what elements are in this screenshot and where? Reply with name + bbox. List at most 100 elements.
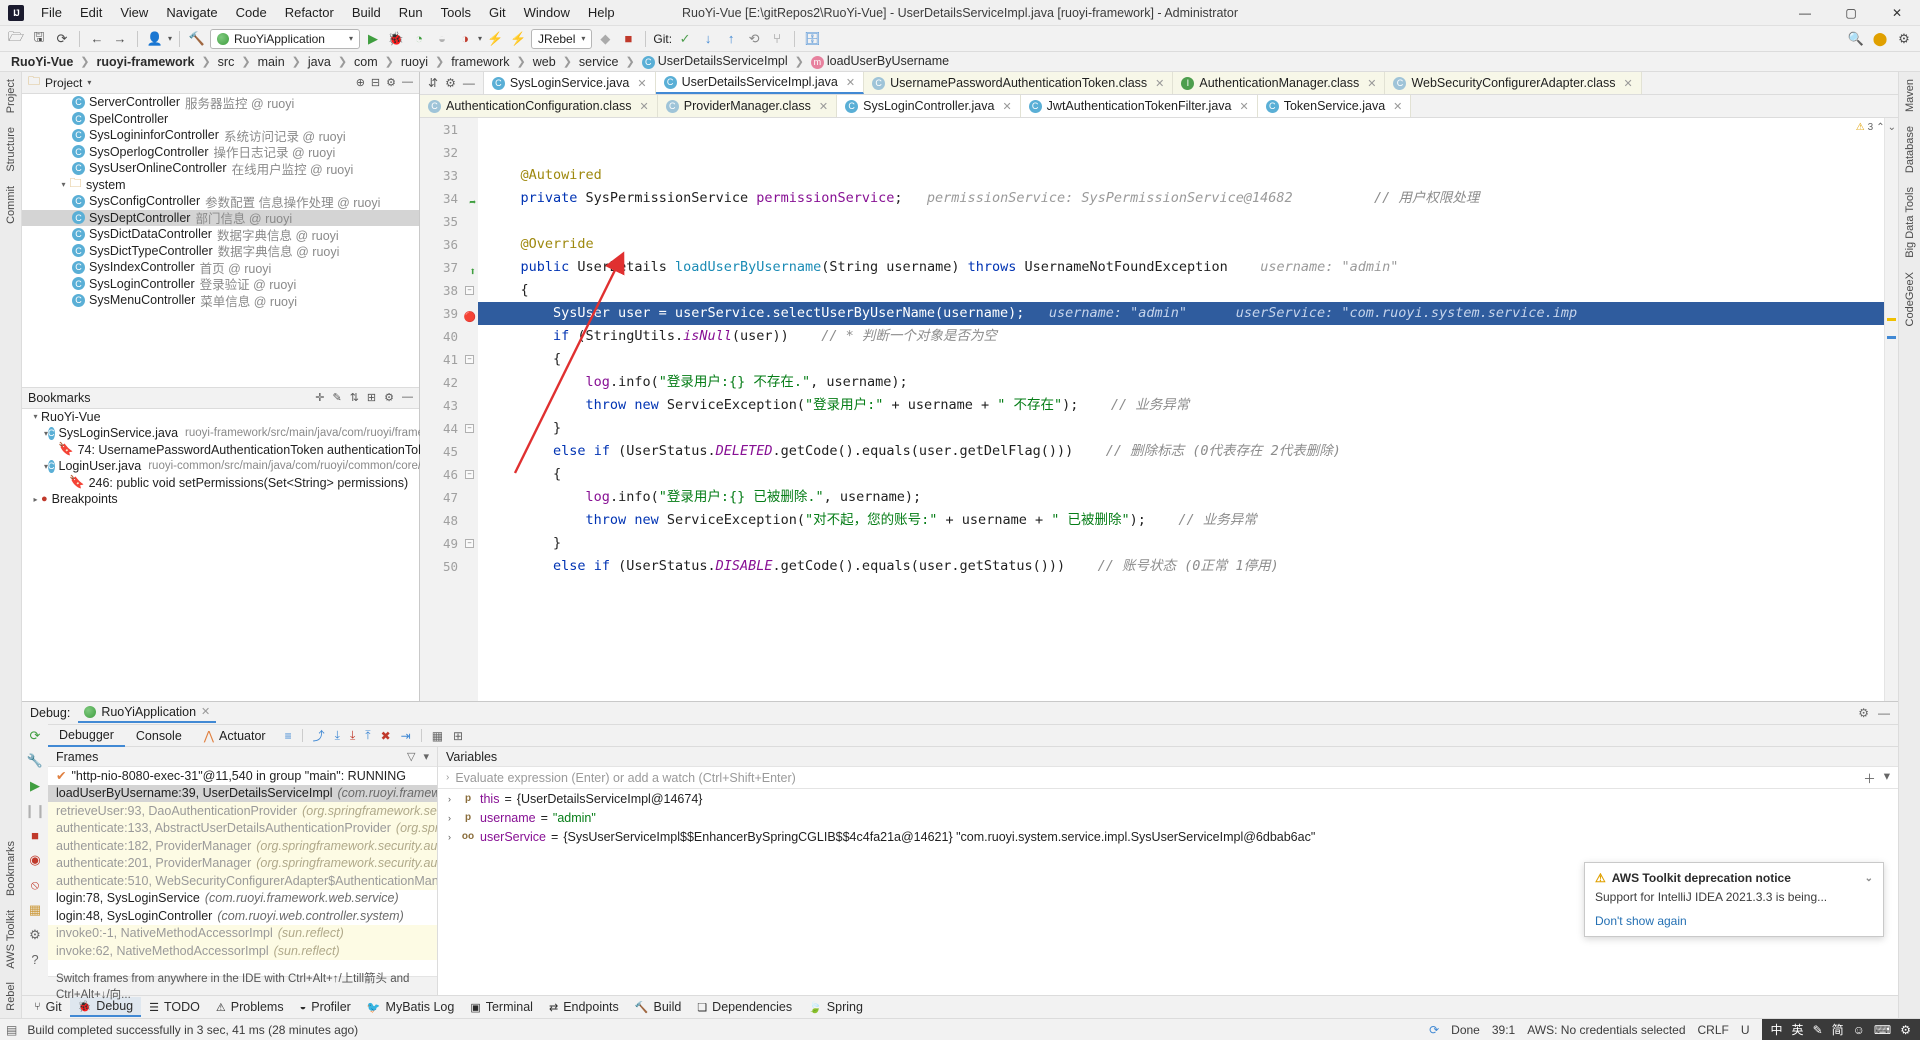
close-icon[interactable]: ✕ bbox=[1393, 100, 1402, 113]
gutter-line[interactable]: 46− bbox=[420, 463, 478, 486]
step-out-icon[interactable]: ⤒ bbox=[365, 728, 370, 743]
tree-node[interactable]: C SysUserOnlineController 在线用户监控 @ ruoyi bbox=[22, 160, 419, 177]
code-line[interactable]: private SysPermissionService permissionS… bbox=[478, 187, 1884, 210]
code-line[interactable]: { bbox=[478, 279, 1884, 302]
menu-item-tools[interactable]: Tools bbox=[432, 1, 480, 24]
hide-panel-icon[interactable]: — bbox=[402, 76, 413, 89]
debug-session-tab[interactable]: RuoYiApplication ✕ bbox=[78, 704, 217, 723]
ime-button[interactable]: 英 bbox=[1792, 1021, 1804, 1038]
frame-row[interactable]: retrieveUser:93, DaoAuthenticationProvid… bbox=[48, 802, 437, 820]
gutter-line[interactable]: 44− bbox=[420, 417, 478, 440]
chevron-collapse-icon[interactable]: ⌄ bbox=[1865, 873, 1873, 884]
frame-row[interactable]: login:78, SysLoginService (com.ruoyi.fram… bbox=[48, 890, 437, 908]
ime-button[interactable]: ⚙ bbox=[1900, 1023, 1911, 1037]
tree-node[interactable]: C SysOperlogController 操作日志记录 @ ruoyi bbox=[22, 144, 419, 160]
breadcrumb-method[interactable]: m loadUserByUsername bbox=[808, 54, 952, 69]
close-icon[interactable]: ✕ bbox=[1367, 77, 1376, 90]
code-line[interactable]: log.info("登录用户:{} 已被删除.", username); bbox=[478, 486, 1884, 509]
frame-row[interactable]: loadUserByUsername:39, UserDetailsServic… bbox=[48, 784, 437, 802]
notification-popup[interactable]: ⚠ AWS Toolkit deprecation notice ⌄ Suppo… bbox=[1584, 862, 1884, 937]
marker-warning[interactable] bbox=[1887, 318, 1896, 321]
frame-row[interactable]: invoke:62, NativeMethodAccessorImpl (sun.… bbox=[48, 942, 437, 960]
tool-window-codegeex[interactable]: CodeGeeX bbox=[1902, 265, 1918, 333]
drop-frame-icon[interactable]: ✖ bbox=[381, 729, 391, 743]
code-fold-icon[interactable]: − bbox=[465, 539, 474, 548]
editor-tab-usernamepasswordauthenticationtoken-class[interactable]: C UsernamePasswordAuthenticationToken.cla… bbox=[864, 72, 1174, 94]
aws-credentials-status[interactable]: AWS: No credentials selected bbox=[1527, 1023, 1685, 1037]
gutter-line[interactable]: 45 bbox=[420, 440, 478, 463]
expand-all-icon[interactable]: ⊕ bbox=[356, 76, 365, 89]
project-tree[interactable]: C ServerController 服务器监控 @ ruoyi C SpelContr… bbox=[22, 94, 419, 387]
settings-icon[interactable]: ⚙ bbox=[384, 391, 394, 404]
menu-item-view[interactable]: View bbox=[111, 1, 157, 24]
tool-button-endpoints[interactable]: ⇄ Endpoints bbox=[541, 998, 627, 1016]
editor-gutter[interactable]: 31 32 33 34 ➦ 35 36 37 ⬆ 38−39 🔴 40 41−42 43 44−45 46−4… bbox=[420, 118, 478, 701]
breadcrumb-item-main[interactable]: main bbox=[255, 55, 288, 69]
save-all-icon[interactable]: 🖫 bbox=[29, 29, 49, 49]
expand-arrow-icon[interactable]: › bbox=[448, 832, 456, 842]
frame-row[interactable]: invoke0:-1, NativeMethodAccessorImpl (sun… bbox=[48, 924, 437, 942]
close-icon[interactable]: ✕ bbox=[1155, 77, 1164, 90]
breadcrumb-item-ruoyi-framework[interactable]: ruoyi-framework bbox=[94, 55, 198, 69]
frame-row[interactable]: authenticate:182, ProviderManager (org.sp… bbox=[48, 837, 437, 855]
tool-window-structure[interactable]: Structure bbox=[3, 120, 19, 179]
filter-icon[interactable]: ▽ bbox=[407, 750, 415, 763]
tree-node[interactable]: C SysLogininforController 系统访问记录 @ ruoyi bbox=[22, 127, 419, 144]
bookmarks-tree[interactable]: ▾ RuoYi-Vue ▾ C SysLoginService.java ruoyi-fr… bbox=[22, 408, 512, 701]
editor-tab-tokenservice-java[interactable]: C TokenService.java ✕ bbox=[1257, 95, 1412, 117]
code-editor[interactable]: 31 32 33 34 ➦ 35 36 37 ⬆ 38−39 🔴 40 41−42 43 44−45 46−4… bbox=[420, 118, 1898, 701]
gutter-line[interactable]: 35 bbox=[420, 210, 478, 233]
pause-icon[interactable]: ❙❙ bbox=[24, 803, 46, 819]
inspection-widget[interactable]: ⚠ 3 ⌃ ⌄ bbox=[1856, 120, 1896, 134]
git-commit-icon[interactable]: ↓ bbox=[698, 29, 718, 49]
close-icon[interactable]: ✕ bbox=[846, 76, 855, 89]
tree-node[interactable]: C SysDictTypeController 数据字典信息 @ ruoyi bbox=[22, 243, 419, 259]
tool-button-build[interactable]: 🔨 Build bbox=[627, 998, 690, 1016]
view-breakpoints-icon[interactable]: ◉ bbox=[29, 852, 40, 868]
file-encoding[interactable]: U bbox=[1741, 1023, 1750, 1037]
add-bookmark-icon[interactable]: ✛ bbox=[315, 391, 324, 404]
debug-tab-actuator[interactable]: ⋀ Actuator bbox=[193, 725, 277, 746]
menu-item-file[interactable]: File bbox=[32, 1, 71, 24]
code-line[interactable]: { bbox=[478, 348, 1884, 371]
gutter-line[interactable]: 42 bbox=[420, 371, 478, 394]
help-icon[interactable]: ? bbox=[31, 952, 38, 967]
menu-item-git[interactable]: Git bbox=[480, 1, 515, 24]
chevron-down-icon[interactable]: ⌄ bbox=[1888, 122, 1896, 133]
step-over-icon[interactable]: ⤴ bbox=[313, 727, 325, 744]
code-line[interactable]: throw new ServiceException("登录用户:" + use… bbox=[478, 394, 1884, 417]
evaluate-expression-bar[interactable]: › Evaluate expression (Enter) or add a w… bbox=[438, 767, 1898, 789]
gear-icon[interactable]: ⚙ bbox=[445, 76, 456, 90]
maximize-button[interactable]: ▢ bbox=[1828, 0, 1874, 26]
gutter-line[interactable]: 40 bbox=[420, 325, 478, 348]
code-line[interactable] bbox=[478, 210, 1884, 233]
variable-row[interactable]: › p username = "admin" bbox=[438, 808, 1898, 827]
frame-row[interactable]: authenticate:201, ProviderManager (org.sp… bbox=[48, 854, 437, 872]
git-branch-icon[interactable]: ⑂ bbox=[767, 29, 787, 49]
frames-list[interactable]: ✔ "http-nio-8080-exec-31"@11,540 in group… bbox=[48, 767, 437, 976]
editor-tab-jwtauthenticationtokenfilter-java[interactable]: C JwtAuthenticationTokenFilter.java ✕ bbox=[1020, 95, 1258, 117]
breadcrumb-item-service[interactable]: service bbox=[576, 55, 622, 69]
editor-tab-websecurityconfigureradapter-class[interactable]: C WebSecurityConfigurerAdapter.class ✕ bbox=[1385, 72, 1642, 94]
run-icon[interactable]: ▶ bbox=[363, 29, 383, 49]
rerun-icon[interactable]: ◑ bbox=[455, 29, 475, 49]
expand-arrow-icon[interactable]: › bbox=[448, 813, 456, 823]
breadcrumb-item-java[interactable]: java bbox=[305, 55, 334, 69]
build-hammer-icon[interactable]: 🔨 bbox=[187, 29, 207, 49]
tool-window-maven[interactable]: Maven bbox=[1902, 72, 1918, 119]
tool-window-aws-toolkit[interactable]: AWS Toolkit bbox=[3, 903, 19, 976]
gutter-line[interactable]: 41− bbox=[420, 348, 478, 371]
git-history-icon[interactable]: ⟲ bbox=[744, 29, 764, 49]
breadcrumb-item-framework[interactable]: framework bbox=[448, 55, 512, 69]
code-line[interactable] bbox=[478, 141, 1884, 164]
force-step-into-icon[interactable]: ⤓ bbox=[350, 728, 355, 743]
menu-item-code[interactable]: Code bbox=[227, 1, 276, 24]
tree-node[interactable]: C SysLoginController 登录验证 @ ruoyi bbox=[22, 276, 419, 292]
layout-icon[interactable]: ⊞ bbox=[453, 729, 463, 743]
editor-tab-authenticationmanager-class[interactable]: I AuthenticationManager.class ✕ bbox=[1173, 72, 1386, 94]
tree-node[interactable]: C SpelController bbox=[22, 111, 419, 128]
code-fold-icon[interactable]: − bbox=[465, 355, 474, 364]
code-line[interactable]: @Autowired bbox=[478, 164, 1884, 187]
code-line[interactable]: if (StringUtils.isNull(user)) // * 判断一个对… bbox=[478, 325, 1884, 348]
marker-caret[interactable] bbox=[1887, 336, 1896, 339]
